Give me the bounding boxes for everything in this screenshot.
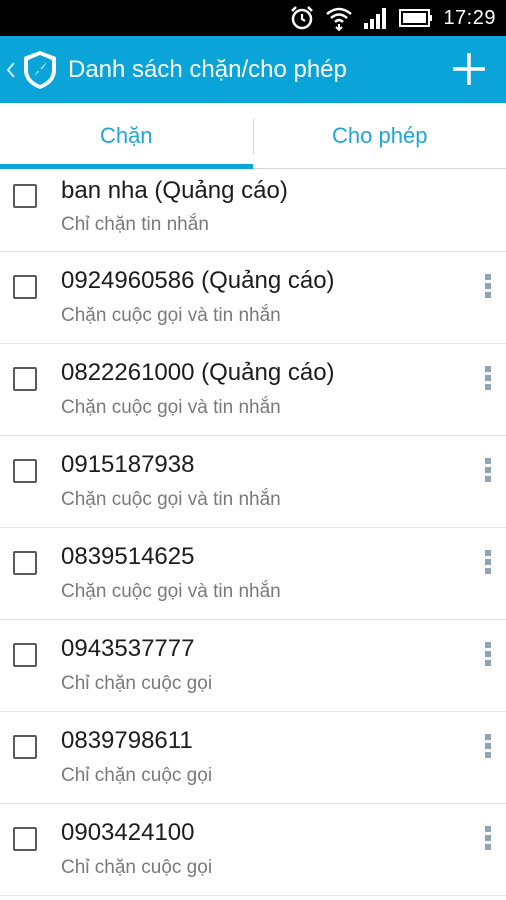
list-item[interactable]: 0822261000 (Quảng cáo) Chặn cuộc gọi và …	[0, 344, 506, 436]
battery-icon	[399, 8, 433, 28]
entry-title: 0915187938	[61, 451, 195, 478]
add-button[interactable]	[446, 46, 492, 92]
entry-title: ban nha (Quảng cáo)	[61, 177, 288, 204]
entry-subtitle: Chỉ chặn cuộc gọi	[61, 765, 213, 786]
alarm-icon	[289, 5, 315, 31]
entry-subtitle: Chỉ chặn tin nhắn	[61, 214, 209, 235]
checkbox[interactable]	[13, 551, 37, 575]
entry-title: 0839798611	[61, 727, 193, 754]
list-item[interactable]: 0839514625 Chặn cuộc gọi và tin nhắn	[0, 528, 506, 620]
shield-compass-icon[interactable]	[20, 48, 60, 92]
list-item[interactable]: 0924960586 (Quảng cáo) Chặn cuộc gọi và …	[0, 252, 506, 344]
overflow-menu-icon[interactable]	[484, 366, 492, 390]
overflow-menu-icon[interactable]	[484, 550, 492, 574]
entry-subtitle: Chỉ chặn cuộc gọi	[61, 857, 213, 878]
entry-subtitle: Chặn cuộc gọi và tin nhắn	[61, 305, 281, 326]
tab-allow[interactable]: Cho phép	[254, 103, 506, 168]
entry-title: 0924960586 (Quảng cáo)	[61, 267, 335, 294]
overflow-menu-icon[interactable]	[484, 826, 492, 850]
overflow-menu-icon[interactable]	[484, 642, 492, 666]
list-item[interactable]: ban nha (Quảng cáo) Chỉ chặn tin nhắn	[0, 169, 506, 252]
overflow-menu-icon[interactable]	[484, 274, 492, 298]
entry-subtitle: Chặn cuộc gọi và tin nhắn	[61, 397, 281, 418]
app-bar: Danh sách chặn/cho phép	[0, 36, 506, 103]
checkbox[interactable]	[13, 735, 37, 759]
entry-subtitle: Chỉ chặn cuộc gọi	[61, 673, 213, 694]
tab-label: Cho phép	[332, 122, 428, 148]
entry-subtitle: Chặn cuộc gọi và tin nhắn	[61, 581, 281, 602]
wifi-icon	[325, 5, 353, 31]
checkbox[interactable]	[13, 275, 37, 299]
tab-bar: Chặn Cho phép	[0, 103, 506, 169]
checkbox[interactable]	[13, 827, 37, 851]
tab-block[interactable]: Chặn	[0, 103, 253, 169]
signal-icon	[363, 7, 389, 29]
entry-subtitle: Chặn cuộc gọi và tin nhắn	[61, 489, 281, 510]
list-item[interactable]: 0915187938 Chặn cuộc gọi và tin nhắn	[0, 436, 506, 528]
list-item[interactable]: 0903424100 Chỉ chặn cuộc gọi	[0, 804, 506, 896]
status-bar: 17:29	[0, 0, 506, 36]
plus-icon	[453, 53, 485, 85]
entry-title: 0839514625	[61, 543, 195, 570]
overflow-menu-icon[interactable]	[484, 734, 492, 758]
entry-title: 0822261000 (Quảng cáo)	[61, 359, 335, 386]
overflow-menu-icon[interactable]	[484, 458, 492, 482]
entry-title: 0943537777	[61, 635, 195, 662]
list-item[interactable]: 0839798611 Chỉ chặn cuộc gọi	[0, 712, 506, 804]
chevron-left-icon[interactable]	[2, 61, 20, 79]
checkbox[interactable]	[13, 643, 37, 667]
page-title: Danh sách chặn/cho phép	[68, 55, 347, 83]
entry-title: 0903424100	[61, 819, 195, 846]
status-time: 17:29	[443, 6, 496, 29]
checkbox[interactable]	[13, 184, 37, 208]
list-item[interactable]: 0943537777 Chỉ chặn cuộc gọi	[0, 620, 506, 712]
checkbox[interactable]	[13, 459, 37, 483]
checkbox[interactable]	[13, 367, 37, 391]
tab-label: Chặn	[99, 122, 153, 148]
block-list: ban nha (Quảng cáo) Chỉ chặn tin nhắn 09…	[0, 169, 506, 896]
